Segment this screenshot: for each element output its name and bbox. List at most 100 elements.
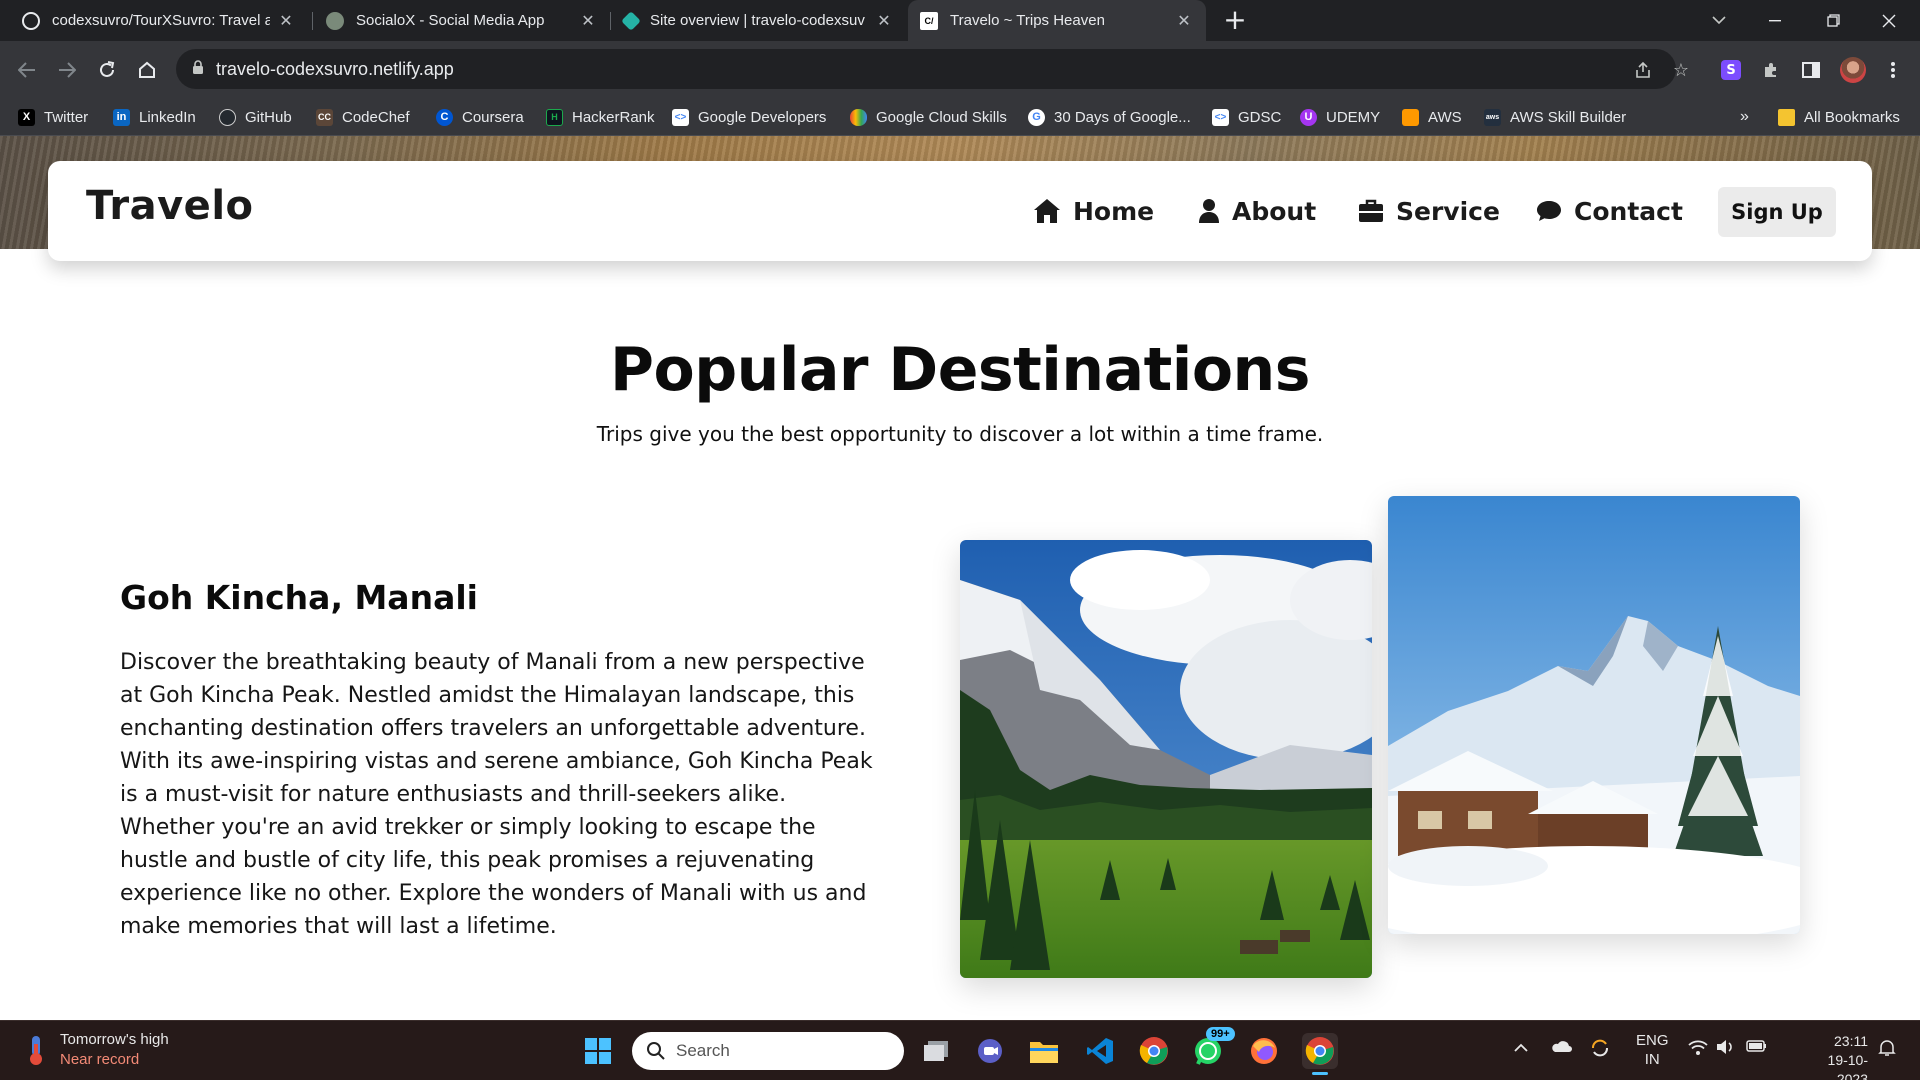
home-button[interactable] <box>132 55 162 85</box>
aws-icon <box>1402 108 1419 126</box>
bookmark-label: AWS <box>1428 108 1462 126</box>
destination-photo-valley <box>960 540 1372 978</box>
nav-home[interactable]: Home <box>1033 191 1154 231</box>
nav-label: Service <box>1396 196 1500 226</box>
chrome-active-icon[interactable] <box>1302 1033 1338 1075</box>
nav-about[interactable]: About <box>1198 191 1316 231</box>
bookmark-30-days-google[interactable]: G 30 Days of Google... <box>1028 106 1191 128</box>
home-icon <box>1034 199 1060 223</box>
back-button[interactable] <box>12 55 42 85</box>
bookmark-label: 30 Days of Google... <box>1054 108 1191 126</box>
firefox-icon[interactable] <box>1246 1033 1282 1069</box>
google-developers-icon: <> <box>672 108 689 126</box>
bookmark-label: LinkedIn <box>139 108 196 126</box>
wifi-icon[interactable] <box>1688 1039 1708 1059</box>
taskbar-search[interactable]: Search <box>632 1032 904 1070</box>
bookmark-google-cloud-skills[interactable]: Google Cloud Skills <box>850 106 1007 128</box>
start-button[interactable] <box>580 1033 616 1069</box>
bookmark-udemy[interactable]: U UDEMY <box>1300 106 1380 128</box>
side-panel-icon[interactable] <box>1796 55 1826 85</box>
briefcase-icon <box>1359 199 1383 222</box>
bookmark-google-developers[interactable]: <> Google Developers <box>672 106 826 128</box>
volume-icon[interactable] <box>1716 1039 1736 1059</box>
teams-chat-icon[interactable] <box>972 1033 1008 1069</box>
bookmark-star-icon[interactable]: ☆ <box>1666 55 1696 85</box>
bookmark-label: CodeChef <box>342 108 410 126</box>
bookmark-label: All Bookmarks <box>1804 108 1900 126</box>
thermometer-icon <box>30 1035 42 1065</box>
restore-button[interactable] <box>1810 0 1856 41</box>
tab-title: SocialoX - Social Media App <box>356 12 545 29</box>
nav-label: About <box>1232 196 1317 226</box>
bookmark-aws-skill-builder[interactable]: aws AWS Skill Builder <box>1484 106 1626 128</box>
bookmark-gdsc[interactable]: <> GDSC <box>1212 106 1281 128</box>
google-icon: G <box>1028 108 1045 126</box>
address-bar[interactable]: travelo-codexsuvro.netlify.app <box>176 49 1676 89</box>
new-tab-button[interactable]: + <box>1220 5 1250 35</box>
close-window-button[interactable] <box>1866 0 1912 41</box>
nav-service[interactable]: Service <box>1358 191 1500 231</box>
bookmark-linkedin[interactable]: in LinkedIn <box>113 106 196 128</box>
sync-icon[interactable] <box>1590 1039 1610 1061</box>
tab-search-icon[interactable] <box>1696 0 1742 41</box>
close-tab-icon[interactable]: ✕ <box>874 11 894 31</box>
clock-date: 19-10-2023 <box>1827 1052 1868 1080</box>
section-subtitle: Trips give you the best opportunity to d… <box>596 422 1324 446</box>
show-hidden-icons[interactable] <box>1514 1039 1528 1056</box>
all-bookmarks[interactable]: All Bookmarks <box>1778 106 1900 128</box>
task-view-icon[interactable] <box>918 1033 954 1069</box>
weather-title: Tomorrow's high <box>60 1031 169 1048</box>
close-tab-icon[interactable]: ✕ <box>276 11 296 31</box>
whatsapp-icon[interactable]: 99+ <box>1190 1027 1235 1069</box>
vscode-icon[interactable] <box>1082 1033 1118 1069</box>
bookmark-coursera[interactable]: C Coursera <box>436 106 524 128</box>
bookmark-aws[interactable]: AWS <box>1402 106 1462 128</box>
signup-button[interactable]: Sign Up <box>1718 187 1836 237</box>
tab-netlify[interactable]: Site overview | travelo-codexsuv ✕ <box>612 0 906 41</box>
system-clock[interactable]: 23:11 19-10-2023 <box>1800 1032 1868 1080</box>
bookmark-label: GDSC <box>1238 108 1282 126</box>
bookmarks-overflow-button[interactable]: » <box>1740 106 1749 128</box>
bookmark-github[interactable]: GitHub <box>219 106 292 128</box>
tab-travelo[interactable]: C/ Travelo ~ Trips Heaven ✕ <box>908 0 1206 41</box>
reload-button[interactable] <box>92 55 122 85</box>
bookmark-twitter[interactable]: X Twitter <box>18 106 88 128</box>
user-icon <box>1199 199 1219 223</box>
bookmark-hackerrank[interactable]: H HackerRank <box>546 106 655 128</box>
bookmark-label: GitHub <box>245 108 292 126</box>
github-icon <box>219 108 236 126</box>
battery-icon[interactable] <box>1746 1039 1768 1057</box>
close-tab-icon[interactable]: ✕ <box>1174 11 1194 31</box>
site-logo[interactable]: Travelo <box>86 183 254 229</box>
chrome-icon[interactable] <box>1136 1033 1172 1069</box>
onedrive-icon[interactable] <box>1550 1039 1572 1057</box>
notification-bell-icon[interactable] <box>1878 1039 1896 1061</box>
file-explorer-icon[interactable] <box>1026 1033 1062 1069</box>
gdsc-icon: <> <box>1212 108 1229 126</box>
hackerrank-icon: H <box>546 108 563 126</box>
tab-socialox[interactable]: SocialoX - Social Media App ✕ <box>314 0 610 41</box>
weather-widget[interactable]: Tomorrow's high Near record <box>24 1031 169 1068</box>
close-tab-icon[interactable]: ✕ <box>578 11 598 31</box>
bookmark-codechef[interactable]: CC CodeChef <box>316 106 410 128</box>
extension-s-icon[interactable]: S <box>1716 55 1746 85</box>
tab-title: Site overview | travelo-codexsuv <box>650 12 865 29</box>
browser-tab-strip: codexsuvro/TourXSuvro: Travel a ✕ Social… <box>0 0 1920 41</box>
browser-menu-icon[interactable] <box>1878 55 1908 85</box>
tab-github[interactable]: codexsuvro/TourXSuvro: Travel a ✕ <box>10 0 308 41</box>
share-icon[interactable] <box>1628 55 1658 85</box>
language-indicator[interactable]: ENG IN <box>1636 1031 1669 1069</box>
nav-contact[interactable]: Contact <box>1536 191 1683 231</box>
socialox-icon <box>326 11 344 30</box>
nav-label: Contact <box>1574 196 1683 226</box>
minimize-button[interactable] <box>1752 0 1798 41</box>
clock-time: 23:11 <box>1834 1033 1868 1049</box>
extensions-puzzle-icon[interactable] <box>1756 55 1786 85</box>
whatsapp-badge: 99+ <box>1206 1027 1235 1041</box>
search-placeholder: Search <box>676 1041 730 1060</box>
forward-button[interactable] <box>52 55 82 85</box>
profile-avatar[interactable] <box>1838 55 1868 85</box>
windows-taskbar: Tomorrow's high Near record Search 99+ E… <box>0 1020 1920 1080</box>
lock-icon[interactable] <box>192 59 204 79</box>
browser-toolbar: travelo-codexsuvro.netlify.app ☆ S <box>0 41 1920 98</box>
